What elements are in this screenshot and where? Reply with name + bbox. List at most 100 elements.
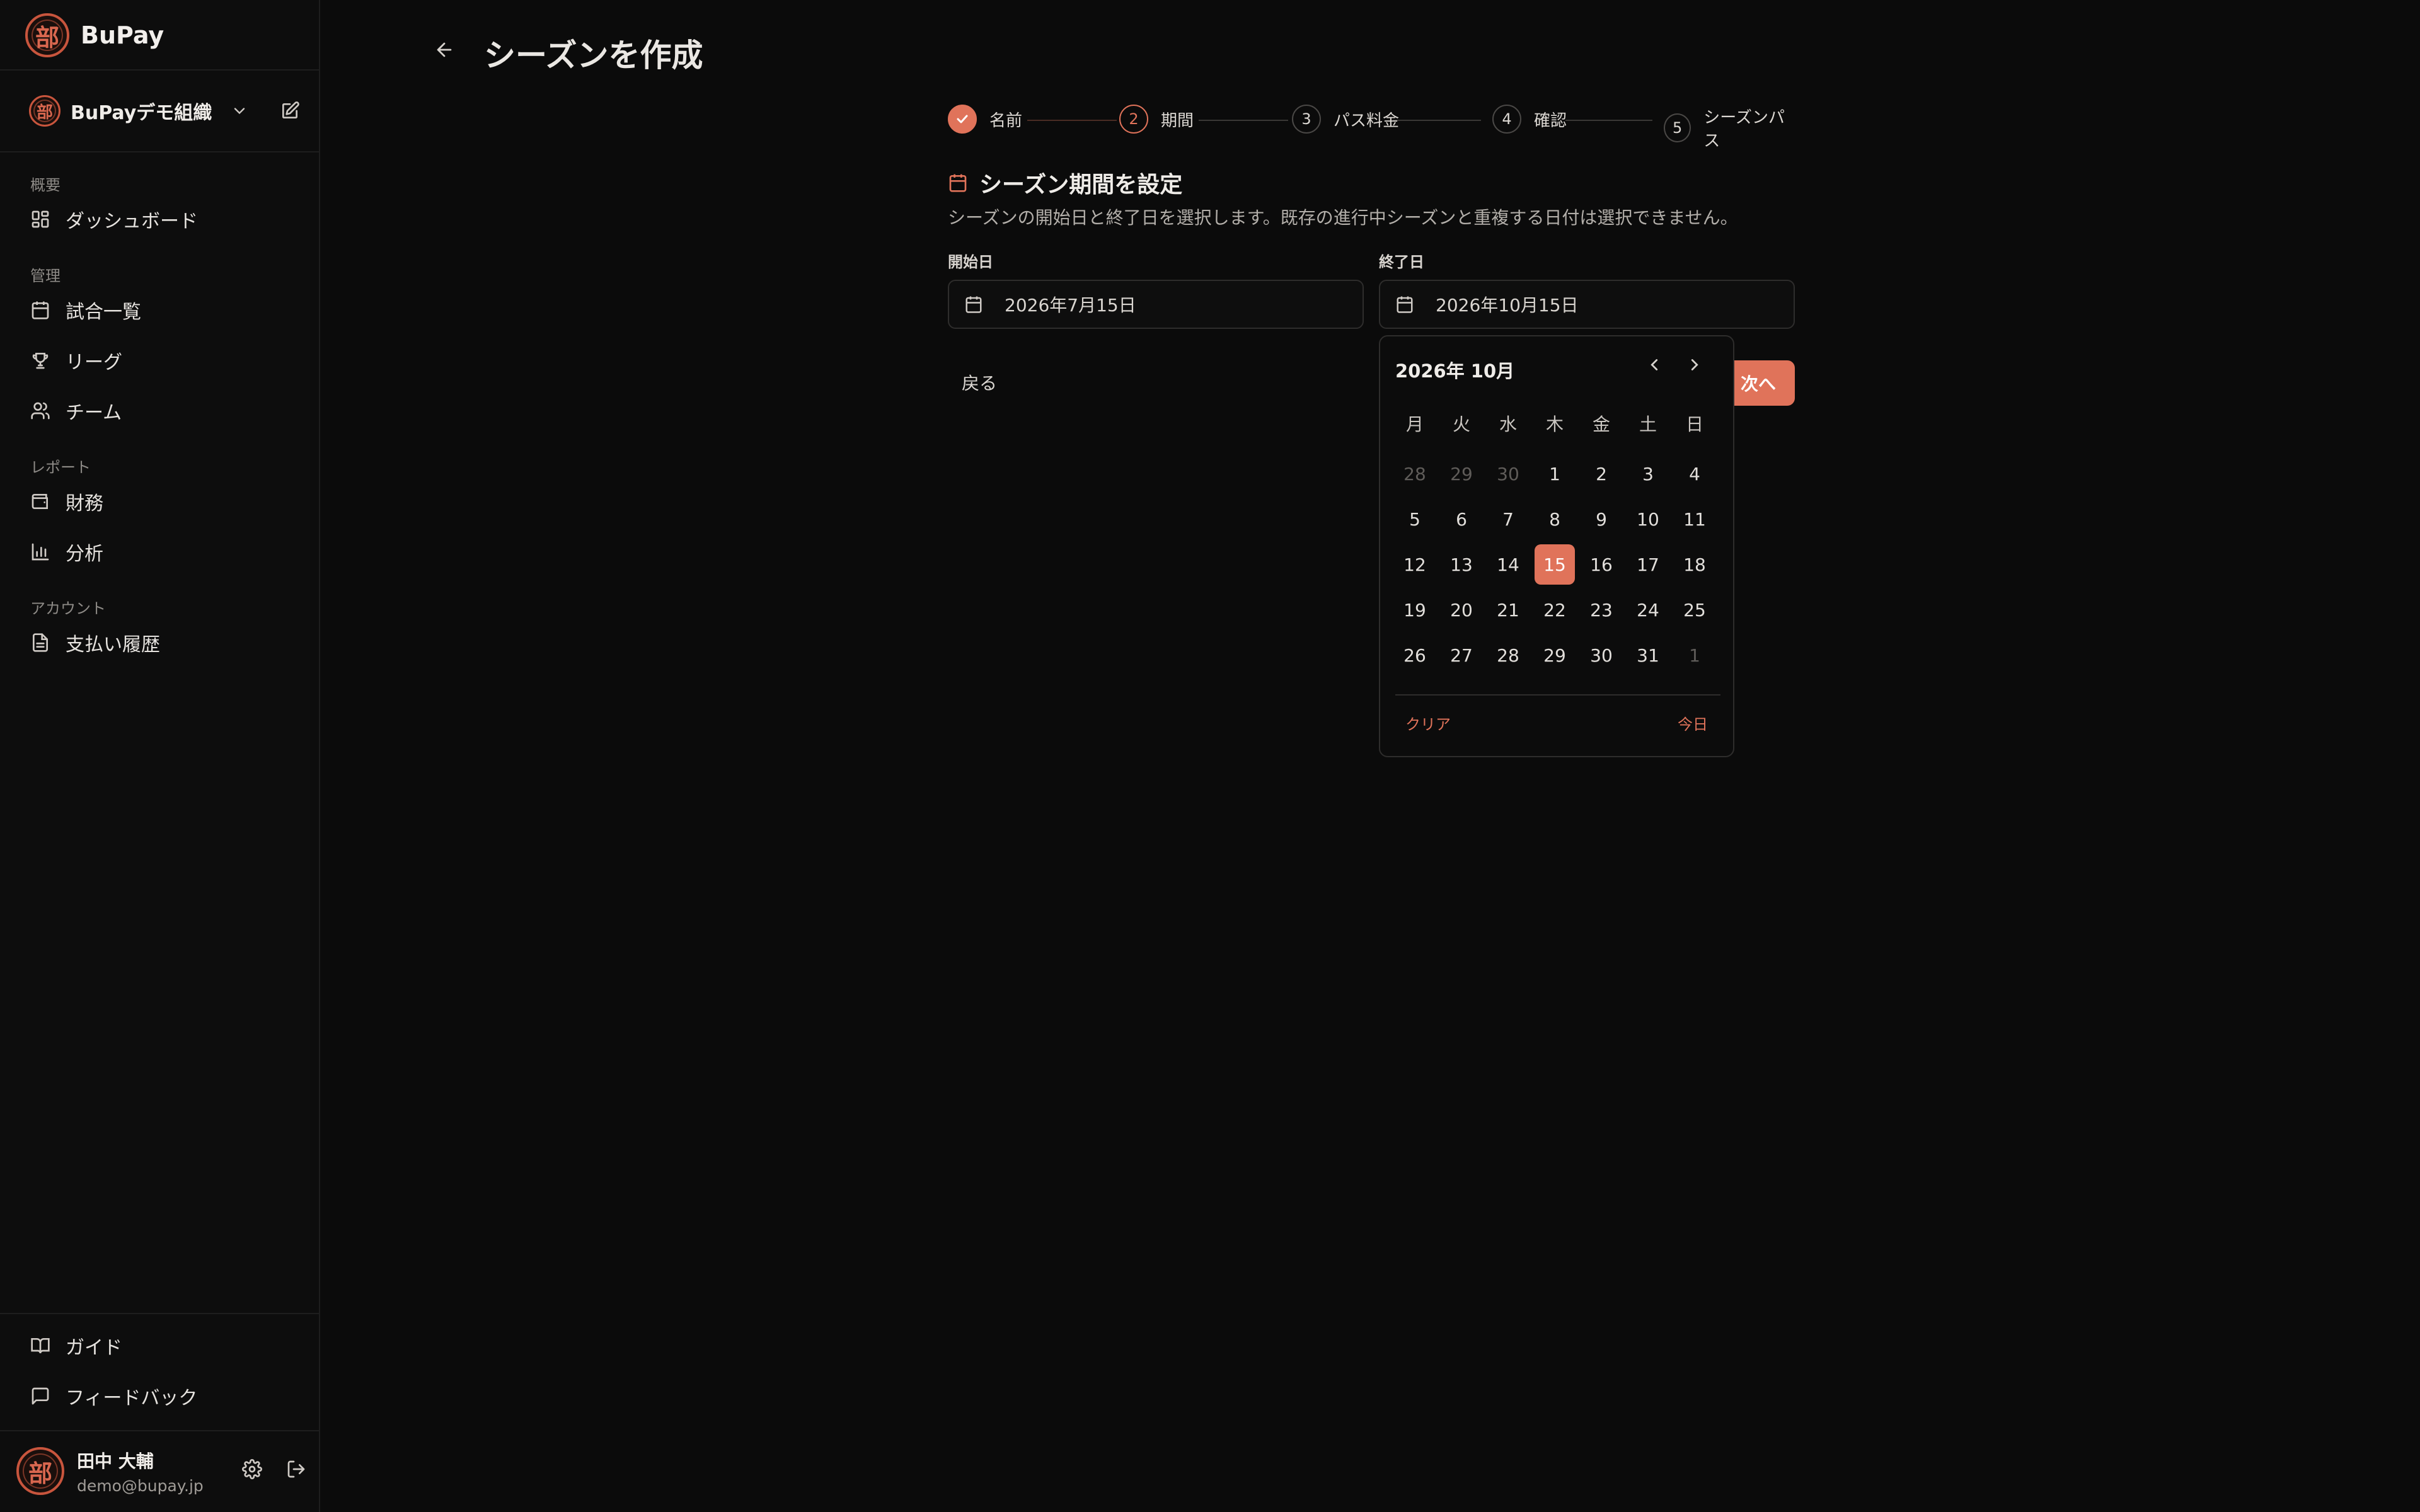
sidebar-item-label: ダッシュボード — [66, 210, 198, 232]
sidebar-item-guide[interactable]: ガイド — [30, 1331, 122, 1361]
calendar-day-number: 14 — [1497, 554, 1519, 575]
sidebar-item-matches[interactable]: 試合一覧 — [30, 295, 141, 325]
calendar-day-number: 12 — [1403, 554, 1426, 575]
sidebar-item-league[interactable]: リーグ — [30, 345, 122, 375]
calendar-day-number: 22 — [1543, 599, 1566, 621]
calendar-day[interactable]: 2 — [1578, 451, 1625, 496]
trophy-icon — [30, 350, 50, 370]
calendar-day[interactable]: 7 — [1485, 496, 1531, 542]
calendar-day[interactable]: 23 — [1578, 587, 1625, 633]
users-icon — [30, 401, 50, 421]
end-date-field[interactable]: 2026年10月15日 — [1379, 280, 1795, 329]
calendar-day[interactable]: 6 — [1438, 496, 1485, 542]
section-title-text: シーズン期間を設定 — [979, 172, 1183, 198]
step-name[interactable]: 名前 — [948, 105, 1022, 134]
calendar-day[interactable]: 28 — [1392, 451, 1438, 496]
step-period[interactable]: 2 期間 — [1119, 105, 1194, 134]
calendar-day-number: 16 — [1590, 554, 1613, 575]
sidebar-item-label: 財務 — [66, 493, 103, 515]
calendar-day-number: 10 — [1637, 508, 1659, 530]
back-button[interactable]: 戻る — [948, 360, 1011, 404]
sidebar-item-label: 分析 — [66, 543, 103, 565]
calendar-day[interactable]: 17 — [1625, 542, 1671, 587]
calendar-day[interactable]: 1 — [1671, 633, 1718, 678]
chevron-right-icon[interactable] — [1685, 355, 1704, 374]
calendar-day[interactable]: 20 — [1438, 587, 1485, 633]
org-name: BuPayデモ組織 — [71, 102, 212, 124]
calendar-clear-button[interactable]: クリア — [1405, 712, 1451, 734]
sidebar-item-label: ガイド — [66, 1337, 122, 1359]
calendar-day[interactable]: 27 — [1438, 633, 1485, 678]
chevron-left-icon[interactable] — [1645, 355, 1664, 374]
brand-logo: 部 — [25, 13, 69, 57]
back-arrow-icon[interactable] — [434, 39, 455, 60]
message-icon — [30, 1386, 50, 1406]
calendar-day[interactable]: 24 — [1625, 587, 1671, 633]
logout-icon[interactable] — [286, 1459, 306, 1479]
calendar-day[interactable]: 9 — [1578, 496, 1625, 542]
calendar-day[interactable]: 30 — [1485, 451, 1531, 496]
calendar-day[interactable]: 12 — [1392, 542, 1438, 587]
sidebar-item-feedback[interactable]: フィードバック — [30, 1381, 197, 1411]
weekday-label: 木 — [1545, 414, 1564, 435]
calendar-day[interactable]: 4 — [1671, 451, 1718, 496]
calendar-day-number: 17 — [1637, 554, 1659, 575]
step-pass-fee[interactable]: 3 パス料金 — [1292, 105, 1399, 134]
avatar[interactable]: 部 — [16, 1447, 64, 1495]
sidebar-item-finance[interactable]: 財務 — [30, 486, 103, 517]
section-description: シーズンの開始日と終了日を選択します。既存の進行中シーズンと重複する日付は選択で… — [948, 207, 1738, 228]
step-connector — [1393, 120, 1481, 121]
org-switcher[interactable]: 部 BuPayデモ組織 — [29, 94, 300, 127]
step-season-pass[interactable]: 5 シーズンパス — [1664, 105, 1795, 151]
org-logo: 部 — [29, 95, 60, 127]
calendar-day[interactable]: 28 — [1485, 633, 1531, 678]
gear-icon[interactable] — [242, 1459, 262, 1479]
step-label: 確認 — [1534, 111, 1567, 130]
book-icon — [30, 1336, 50, 1356]
calendar-day-number: 26 — [1403, 644, 1426, 666]
calendar-day[interactable]: 3 — [1625, 451, 1671, 496]
brand[interactable]: 部 BuPay — [25, 13, 164, 58]
calendar-day[interactable]: 16 — [1578, 542, 1625, 587]
calendar-day[interactable]: 26 — [1392, 633, 1438, 678]
calendar-day[interactable]: 30 — [1578, 633, 1625, 678]
sidebar-item-dashboard[interactable]: ダッシュボード — [30, 204, 198, 234]
calendar-day[interactable]: 13 — [1438, 542, 1485, 587]
calendar-day-number: 23 — [1590, 599, 1613, 621]
calendar-day[interactable]: 31 — [1625, 633, 1671, 678]
start-date-label: 開始日 — [948, 253, 993, 271]
calendar-day[interactable]: 8 — [1531, 496, 1578, 542]
step-confirm[interactable]: 4 確認 — [1492, 105, 1567, 134]
calendar-day[interactable]: 11 — [1671, 496, 1718, 542]
calendar-day[interactable]: 29 — [1531, 633, 1578, 678]
calendar-day[interactable]: 25 — [1671, 587, 1718, 633]
calendar-day[interactable]: 29 — [1438, 451, 1485, 496]
calendar-day[interactable]: 5 — [1392, 496, 1438, 542]
sidebar: 部 BuPay 部 BuPayデモ組織 概要 ダッシュボード 管理 試合一覧 リ… — [0, 0, 320, 1512]
document-icon — [30, 633, 50, 653]
calendar-day-selected[interactable]: 15 — [1531, 542, 1578, 587]
sidebar-divider — [0, 1313, 320, 1314]
step-connector — [1199, 120, 1288, 121]
sidebar-item-payment-history[interactable]: 支払い履歴 — [30, 627, 160, 658]
calendar-day[interactable]: 19 — [1392, 587, 1438, 633]
calendar-day-number: 29 — [1543, 644, 1566, 666]
sidebar-item-label: リーグ — [66, 352, 122, 374]
sidebar-item-label: 試合一覧 — [66, 301, 141, 323]
calendar-day[interactable]: 10 — [1625, 496, 1671, 542]
calendar-day[interactable]: 22 — [1531, 587, 1578, 633]
calendar-today-button[interactable]: 今日 — [1678, 712, 1708, 734]
weekday-label: 水 — [1499, 414, 1517, 435]
sidebar-item-teams[interactable]: チーム — [30, 396, 122, 426]
sidebar-item-analytics[interactable]: 分析 — [30, 537, 103, 567]
calendar-day[interactable]: 1 — [1531, 451, 1578, 496]
calendar-day[interactable]: 21 — [1485, 587, 1531, 633]
edit-icon[interactable] — [280, 101, 300, 121]
calendar-day[interactable]: 14 — [1485, 542, 1531, 587]
stepper: 名前 2 期間 3 パス料金 4 確認 5 シーズンパス — [948, 105, 1795, 151]
calendar-day-number: 24 — [1637, 599, 1659, 621]
calendar-day[interactable]: 18 — [1671, 542, 1718, 587]
start-date-field[interactable]: 2026年7月15日 — [948, 280, 1364, 329]
calendar-day-number: 4 — [1689, 463, 1700, 484]
chevron-down-icon[interactable] — [231, 102, 248, 120]
